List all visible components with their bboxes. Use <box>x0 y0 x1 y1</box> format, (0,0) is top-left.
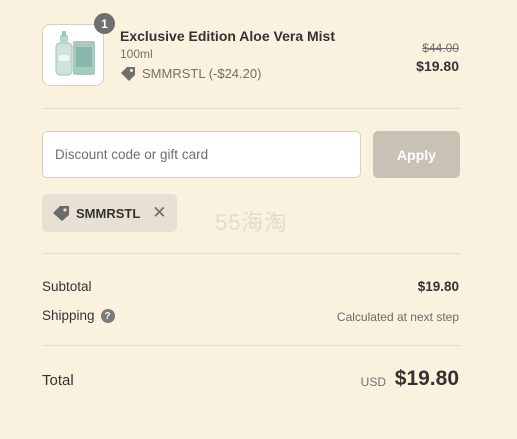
discount-code-input[interactable] <box>42 131 361 178</box>
help-icon[interactable]: ? <box>100 309 115 324</box>
product-price: $19.80 <box>416 58 459 74</box>
applied-discount-tag: SMMRSTL ✕ <box>42 194 177 232</box>
subtotal-value: $19.80 <box>417 279 459 294</box>
quantity-badge: 1 <box>94 13 115 34</box>
price-tag-icon <box>53 206 69 221</box>
divider <box>42 108 460 109</box>
product-name: Exclusive Edition Aloe Vera Mist <box>120 28 335 44</box>
aloe-mist-bottle-image <box>55 31 95 76</box>
applied-discount-code: SMMRSTL <box>76 205 141 221</box>
shipping-value: Calculated at next step <box>336 310 459 324</box>
total-amount: $19.80 <box>394 367 459 390</box>
subtotal-label: Subtotal <box>42 279 92 294</box>
product-variant: 100ml <box>120 47 153 61</box>
price-tag-icon <box>121 67 135 81</box>
compare-at-price: $44.00 <box>422 41 459 55</box>
total-label: Total <box>42 372 74 389</box>
product-discount: SMMRSTL (-$24.20) <box>120 66 261 81</box>
total-currency: USD <box>360 375 386 389</box>
shipping-label: Shipping <box>42 308 95 323</box>
watermark-logo: 55海淘 <box>215 210 288 235</box>
divider <box>42 345 460 346</box>
divider <box>42 253 460 254</box>
apply-button[interactable]: Apply <box>373 131 460 178</box>
shipping-row: Shipping? <box>42 308 115 324</box>
product-thumbnail <box>42 24 104 86</box>
remove-discount-icon[interactable]: ✕ <box>152 203 166 223</box>
product-discount-text: SMMRSTL (-$24.20) <box>142 66 262 81</box>
